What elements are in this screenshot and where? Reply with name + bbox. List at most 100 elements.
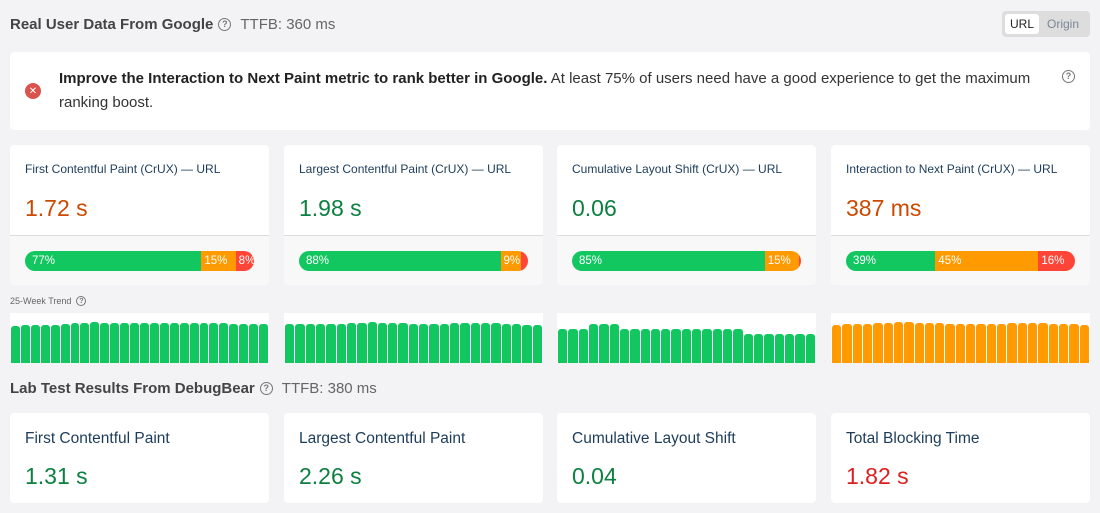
trend-bar[interactable]: [1038, 323, 1048, 363]
trend-bar[interactable]: [388, 323, 398, 363]
trend-bar[interactable]: [609, 324, 619, 363]
trend-bar[interactable]: [398, 323, 408, 363]
trend-bar[interactable]: [326, 324, 336, 363]
trend-bar[interactable]: [239, 324, 249, 363]
trend-bar[interactable]: [169, 323, 179, 363]
trend-bar[interactable]: [149, 323, 159, 363]
trend-bar[interactable]: [743, 334, 753, 363]
trend-bar[interactable]: [110, 323, 120, 363]
trend-bar[interactable]: [11, 326, 20, 363]
lab-card-fcp[interactable]: First Contentful Paint 1.31 s: [10, 413, 269, 503]
trend-bar[interactable]: [511, 324, 522, 363]
trend-bar[interactable]: [357, 323, 367, 363]
trend-bar[interactable]: [619, 329, 630, 363]
trend-bar[interactable]: [30, 325, 40, 363]
trend-bar[interactable]: [429, 324, 439, 363]
trend-bar[interactable]: [712, 329, 722, 363]
trend-bar[interactable]: [832, 325, 842, 363]
trend-bar[interactable]: [90, 322, 100, 363]
trend-bar[interactable]: [249, 324, 259, 363]
trend-bar[interactable]: [774, 334, 784, 363]
trend-bar[interactable]: [935, 323, 945, 363]
trend-bar[interactable]: [179, 323, 189, 363]
trend-bar[interactable]: [1069, 324, 1079, 363]
trend-bar[interactable]: [460, 323, 470, 363]
trend-bar[interactable]: [588, 324, 599, 363]
trend-bar[interactable]: [599, 324, 609, 363]
trend-bar[interactable]: [661, 329, 671, 363]
trend-bar[interactable]: [1027, 323, 1038, 363]
trend-bar[interactable]: [873, 323, 883, 363]
trend-bar[interactable]: [1048, 324, 1058, 363]
trend-bar[interactable]: [470, 323, 480, 363]
trend-bar[interactable]: [219, 323, 229, 363]
trend-bar[interactable]: [315, 324, 326, 363]
trend-bar[interactable]: [1079, 325, 1089, 363]
trend-bar[interactable]: [955, 324, 966, 363]
crux-card-lcp[interactable]: Largest Contentful Paint (CrUX) — URL 1.…: [284, 145, 543, 285]
trend-bar[interactable]: [139, 323, 149, 363]
trend-chart-inp[interactable]: [831, 313, 1090, 363]
question-circle-icon[interactable]: ?: [259, 381, 273, 395]
trend-bar[interactable]: [723, 329, 733, 363]
trend-chart-lcp[interactable]: [284, 313, 543, 363]
trend-bar[interactable]: [1017, 323, 1027, 363]
trend-bar[interactable]: [50, 325, 60, 363]
crux-card-inp[interactable]: Interaction to Next Paint (CrUX) — URL 3…: [831, 145, 1090, 285]
trend-bar[interactable]: [80, 323, 90, 363]
trend-bar[interactable]: [532, 325, 542, 363]
trend-bar[interactable]: [189, 323, 199, 363]
trend-chart-cls[interactable]: [557, 313, 816, 363]
trend-bar[interactable]: [795, 334, 805, 363]
trend-bar[interactable]: [784, 334, 795, 363]
trend-bar[interactable]: [862, 324, 873, 363]
lab-card-lcp[interactable]: Largest Contentful Paint 2.26 s: [284, 413, 543, 503]
trend-bar[interactable]: [914, 323, 924, 363]
trend-bar[interactable]: [346, 323, 357, 363]
trend-bar[interactable]: [966, 324, 976, 363]
trend-bar[interactable]: [976, 324, 986, 363]
trend-bar[interactable]: [753, 334, 764, 363]
trend-bar[interactable]: [883, 323, 893, 363]
trend-bar[interactable]: [130, 323, 139, 363]
trend-bar[interactable]: [450, 323, 460, 363]
trend-bar[interactable]: [558, 329, 568, 363]
trend-bar[interactable]: [522, 325, 532, 363]
trend-bar[interactable]: [336, 324, 346, 363]
trend-bar[interactable]: [295, 324, 305, 363]
trend-bar[interactable]: [904, 322, 914, 363]
trend-bar[interactable]: [419, 324, 429, 363]
trend-bar[interactable]: [159, 323, 169, 363]
trend-bar[interactable]: [120, 323, 130, 363]
trend-bar[interactable]: [842, 324, 852, 363]
trend-bar[interactable]: [945, 324, 955, 363]
trend-bar[interactable]: [1007, 323, 1017, 363]
trend-bar[interactable]: [986, 324, 996, 363]
trend-bar[interactable]: [491, 323, 501, 363]
toggle-origin-button[interactable]: Origin: [1039, 14, 1087, 34]
trend-bar[interactable]: [20, 325, 30, 363]
lab-card-tbt[interactable]: Total Blocking Time 1.82 s: [831, 413, 1090, 503]
trend-bar[interactable]: [40, 325, 50, 363]
trend-bar[interactable]: [480, 323, 491, 363]
trend-bar[interactable]: [305, 324, 315, 363]
trend-bar[interactable]: [852, 324, 862, 363]
trend-bar[interactable]: [439, 324, 449, 363]
trend-bar[interactable]: [681, 329, 692, 363]
trend-bar[interactable]: [578, 329, 588, 363]
toggle-url-button[interactable]: URL: [1005, 14, 1039, 34]
trend-bar[interactable]: [692, 329, 702, 363]
question-circle-icon[interactable]: ?: [218, 17, 232, 31]
trend-bar[interactable]: [733, 329, 743, 363]
trend-bar[interactable]: [501, 324, 511, 363]
trend-bar[interactable]: [630, 329, 640, 363]
trend-bar[interactable]: [70, 323, 80, 363]
trend-bar[interactable]: [650, 329, 661, 363]
trend-bar[interactable]: [408, 324, 419, 363]
trend-bar[interactable]: [60, 324, 70, 363]
trend-bar[interactable]: [568, 329, 578, 363]
trend-bar[interactable]: [209, 323, 219, 363]
trend-bar[interactable]: [377, 323, 388, 363]
question-circle-icon[interactable]: ?: [1062, 70, 1075, 83]
trend-bar[interactable]: [997, 324, 1007, 363]
